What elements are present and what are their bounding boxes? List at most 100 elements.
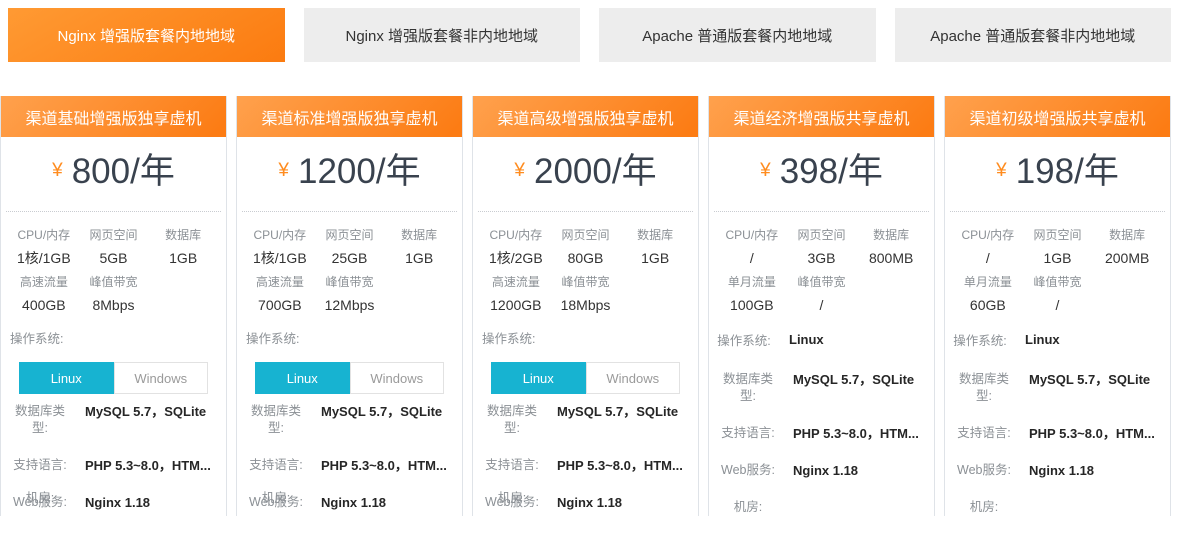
detail-label: 支持语言: bbox=[247, 457, 305, 474]
plan-header: 渠道高级增强版独享虚机 bbox=[473, 96, 698, 137]
os-button-linux[interactable]: Linux bbox=[491, 362, 586, 394]
specs-row-1: CPU/内存 1核/1GB 网页空间 25GB 数据库 1GB bbox=[245, 225, 454, 272]
os-label: 操作系统: bbox=[1, 329, 226, 349]
spec-label: 网页空间 bbox=[551, 225, 621, 245]
price-suffix: /年 bbox=[612, 152, 657, 191]
spec-value: 60GB bbox=[953, 292, 1023, 319]
detail-row: 机房: bbox=[949, 499, 1166, 516]
detail-row: 支持语言: PHP 5.3~8.0，HTM... bbox=[713, 425, 930, 442]
plans-row: 渠道基础增强版独享虚机 ¥800/年 CPU/内存 1核/1GB 网页空间 5G… bbox=[0, 96, 1171, 516]
detail-label: Web服务: bbox=[719, 462, 777, 479]
spec-label: 高速流量 bbox=[481, 272, 551, 292]
spec-label: CPU/内存 bbox=[245, 225, 315, 245]
os-label: 操作系统: bbox=[237, 329, 462, 349]
price-currency: ¥ bbox=[52, 160, 63, 181]
plan-title: 渠道高级增强版独享虚机 bbox=[497, 105, 673, 129]
detail-row: 数据库类型: MySQL 5.7，SQLite bbox=[5, 403, 222, 437]
detail-label: 机房: bbox=[719, 499, 777, 516]
spec-cell: 高速流量 400GB bbox=[9, 272, 79, 319]
specs: CPU/内存 1核/1GB 网页空间 25GB 数据库 1GB 高速流量 700… bbox=[237, 212, 462, 319]
specs-row-2: 高速流量 400GB 峰值带宽 8Mbps bbox=[9, 272, 218, 319]
detail-value: Nginx 1.18 bbox=[1029, 462, 1094, 479]
spec-label: 网页空间 bbox=[79, 225, 149, 245]
spec-cell: 网页空间 25GB bbox=[315, 225, 385, 272]
specs-row-1: CPU/内存 1核/1GB 网页空间 5GB 数据库 1GB bbox=[9, 225, 218, 272]
detail-label: 数据库类型: bbox=[955, 371, 1013, 405]
tab-0[interactable]: Nginx 增强版套餐内地地域 bbox=[8, 8, 285, 62]
spec-label: 峰值带宽 bbox=[551, 272, 621, 292]
os-area: 操作系统: Linux bbox=[709, 331, 934, 351]
spec-value: 1核/1GB bbox=[245, 245, 315, 272]
spec-cell: CPU/内存 1核/2GB bbox=[481, 225, 551, 272]
plan-card: 渠道高级增强版独享虚机 ¥2000/年 CPU/内存 1核/2GB 网页空间 8… bbox=[472, 96, 699, 516]
os-button-linux[interactable]: Linux bbox=[19, 362, 114, 394]
os-label: 操作系统: bbox=[951, 331, 1009, 351]
detail-label: 数据库类型: bbox=[483, 403, 541, 437]
spec-label: 单月流量 bbox=[717, 272, 787, 292]
detail-value: MySQL 5.7，SQLite bbox=[793, 371, 914, 388]
spec-label: 峰值带宽 bbox=[79, 272, 149, 292]
detail-list: 数据库类型: MySQL 5.7，SQLite 支持语言: PHP 5.3~8.… bbox=[709, 371, 934, 516]
specs-row-2: 单月流量 60GB 峰值带宽 / bbox=[953, 272, 1162, 319]
detail-label: 支持语言: bbox=[483, 457, 541, 474]
spec-value: 1GB bbox=[620, 245, 690, 272]
spec-cell: 高速流量 700GB bbox=[245, 272, 315, 319]
spec-value: 3GB bbox=[787, 245, 857, 272]
spec-label: 峰值带宽 bbox=[787, 272, 857, 292]
os-area: 操作系统: LinuxWindows bbox=[1, 329, 226, 394]
price-amount: 198 bbox=[1016, 152, 1074, 191]
spec-label: 网页空间 bbox=[1023, 225, 1093, 245]
detail-row: Web服务: Nginx 1.18 bbox=[713, 462, 930, 479]
os-value: Linux bbox=[789, 331, 824, 349]
plan-header: 渠道标准增强版独享虚机 bbox=[237, 96, 462, 137]
tab-1[interactable]: Nginx 增强版套餐非内地地域 bbox=[304, 8, 581, 62]
plan-header: 渠道基础增强版独享虚机 bbox=[1, 96, 226, 137]
price-block: ¥800/年 bbox=[6, 137, 221, 212]
detail-row: 数据库类型: MySQL 5.7，SQLite bbox=[241, 403, 458, 437]
spec-value: 1GB bbox=[384, 245, 454, 272]
detail-value: MySQL 5.7，SQLite bbox=[85, 403, 206, 420]
detail-label: 数据库类型: bbox=[11, 403, 69, 437]
plan-title: 渠道基础增强版独享虚机 bbox=[25, 105, 201, 129]
spec-cell: 峰值带宽 8Mbps bbox=[79, 272, 149, 319]
price-amount: 800 bbox=[72, 152, 130, 191]
tab-3[interactable]: Apache 普通版套餐非内地地域 bbox=[895, 8, 1172, 62]
os-button-windows[interactable]: Windows bbox=[586, 362, 681, 394]
spec-cell: 单月流量 100GB bbox=[717, 272, 787, 319]
spec-value: 400GB bbox=[9, 292, 79, 319]
spec-label: 网页空间 bbox=[315, 225, 385, 245]
specs: CPU/内存 1核/1GB 网页空间 5GB 数据库 1GB 高速流量 400G… bbox=[1, 212, 226, 319]
detail-value: PHP 5.3~8.0，HTM... bbox=[85, 457, 211, 474]
detail-list: 数据库类型: MySQL 5.7，SQLite 支持语言: PHP 5.3~8.… bbox=[473, 403, 698, 507]
detail-value: Nginx 1.18 bbox=[85, 494, 150, 511]
os-button-linux[interactable]: Linux bbox=[255, 362, 350, 394]
spec-cell: 数据库 1GB bbox=[148, 225, 218, 272]
os-button-windows[interactable]: Windows bbox=[350, 362, 445, 394]
detail-list: 数据库类型: MySQL 5.7，SQLite 支持语言: PHP 5.3~8.… bbox=[945, 371, 1170, 516]
detail-value: PHP 5.3~8.0，HTM... bbox=[557, 457, 683, 474]
spec-label: 数据库 bbox=[148, 225, 218, 245]
detail-label: 机房: bbox=[483, 490, 541, 507]
spec-value: 5GB bbox=[79, 245, 149, 272]
spec-cell: 数据库 1GB bbox=[620, 225, 690, 272]
plan-title: 渠道初级增强版共享虚机 bbox=[969, 105, 1145, 129]
price-block: ¥2000/年 bbox=[478, 137, 693, 212]
detail-value: PHP 5.3~8.0，HTM... bbox=[321, 457, 447, 474]
os-button-windows[interactable]: Windows bbox=[114, 362, 209, 394]
plan-header: 渠道初级增强版共享虚机 bbox=[945, 96, 1170, 137]
spec-cell: CPU/内存 1核/1GB bbox=[9, 225, 79, 272]
spec-label: CPU/内存 bbox=[481, 225, 551, 245]
detail-row: 数据库类型: MySQL 5.7，SQLite bbox=[477, 403, 694, 437]
spec-label: 数据库 bbox=[620, 225, 690, 245]
spec-value: / bbox=[953, 245, 1023, 272]
detail-value: PHP 5.3~8.0，HTM... bbox=[793, 425, 919, 442]
os-button-group: LinuxWindows bbox=[255, 362, 444, 394]
detail-label: 支持语言: bbox=[719, 425, 777, 442]
spec-label: 高速流量 bbox=[245, 272, 315, 292]
specs-row-1: CPU/内存 / 网页空间 1GB 数据库 200MB bbox=[953, 225, 1162, 272]
detail-value: Nginx 1.18 bbox=[793, 462, 858, 479]
price-block: ¥398/年 bbox=[714, 137, 929, 212]
plan-card: 渠道经济增强版共享虚机 ¥398/年 CPU/内存 / 网页空间 3GB 数据库… bbox=[708, 96, 935, 516]
tab-2[interactable]: Apache 普通版套餐内地地域 bbox=[599, 8, 876, 62]
spec-value: 800MB bbox=[856, 245, 926, 272]
